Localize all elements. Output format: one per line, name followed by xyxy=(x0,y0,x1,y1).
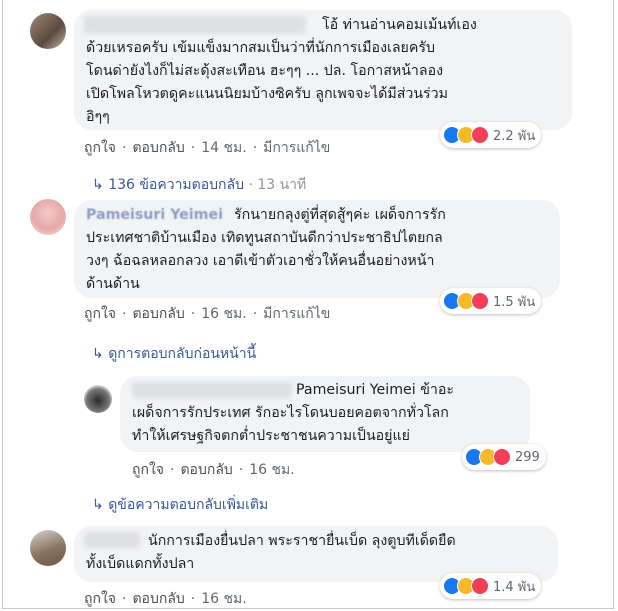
reply-link[interactable]: ตอบกลับ xyxy=(180,462,232,478)
comment-text: เปิดโพลโหวตดูคะแนนนิยมบ้างซิครับ ลูกเพจจ… xyxy=(86,86,448,102)
reaction-summary[interactable]: 1.5 พัน xyxy=(440,288,542,314)
commenter-name[interactable]: Pameisuri Yeimei xyxy=(86,204,223,227)
reply-link[interactable]: ตอบกลับ xyxy=(132,306,184,322)
comment-bubble: โอ้ ท่านอ่านคอมเม้นท์เอง ด้วยเหรอครับ เข… xyxy=(74,10,572,130)
blurred-name xyxy=(84,16,306,34)
comment-text: เผด็จการรักประเทศ รักอะไรโดนบอยคอตจากทั่… xyxy=(132,405,449,421)
reaction-count: 299 xyxy=(515,449,540,465)
blurred-name xyxy=(84,532,140,548)
like-link[interactable]: ถูกใจ xyxy=(132,462,164,478)
comment-text: ทำให้เศรษฐกิจตกต่ำประชาชนความเป็นอยู่แย่ xyxy=(132,428,410,444)
reply-link[interactable]: ตอบกลับ xyxy=(132,591,184,607)
like-link[interactable]: ถูกใจ xyxy=(84,140,116,156)
timestamp[interactable]: 16 ชม. xyxy=(201,306,246,322)
reaction-count: 2.2 พัน xyxy=(493,128,536,144)
comment-actions: ถูกใจ · ตอบกลับ · 14 ชม. · มีการแก้ไข xyxy=(84,140,331,156)
blurred-name xyxy=(132,382,292,398)
like-link[interactable]: ถูกใจ xyxy=(84,306,116,322)
reaction-summary[interactable]: 2.2 พัน xyxy=(440,122,542,148)
comment-text: วงๆ ฉ้อฉลหลอกลวง เอาดีเข้าตัวเอาชั่วให้ค… xyxy=(86,253,435,269)
comment-bubble: Pameisuri Yeimei ข้าอะ เผด็จการรักประเทศ… xyxy=(120,376,530,452)
view-replies-link[interactable]: ↳ 136 ข้อความตอบกลับ · 13 นาที xyxy=(92,174,306,196)
avatar[interactable] xyxy=(30,199,66,235)
edited-label[interactable]: มีการแก้ไข xyxy=(263,306,330,322)
comment-bubble: Pameisuri Yeimei รักนายกลุงตู่ที่สุดสู้ๆ… xyxy=(74,200,560,298)
reply-arrow-icon: ↳ xyxy=(92,177,104,193)
comment-actions: ถูกใจ · ตอบกลับ · 16 ชม. · มีการแก้ไข xyxy=(84,306,331,322)
tagged-name[interactable]: Pameisuri Yeimei xyxy=(296,382,416,398)
avatar[interactable] xyxy=(30,13,66,49)
timestamp[interactable]: 16 ชม. xyxy=(249,462,294,478)
comment-text: ประเทศชาติบ้านเมือง เทิดทูนสถาบันดีกว่าป… xyxy=(86,230,443,246)
avatar[interactable] xyxy=(84,385,112,413)
replies-count: 136 ข้อความตอบกลับ xyxy=(108,177,244,193)
like-link[interactable]: ถูกใจ xyxy=(84,591,116,607)
view-more-replies-link[interactable]: ↳ ดูข้อความตอบกลับเพิ่มเติม xyxy=(92,494,268,516)
comment-text: ข้าอะ xyxy=(420,382,455,398)
replies-time: 13 นาที xyxy=(257,177,307,193)
reaction-count: 1.5 พัน xyxy=(493,294,536,310)
love-reaction-icon xyxy=(493,448,511,466)
reply-arrow-icon: ↳ xyxy=(92,497,104,513)
comment-text: ด้วยเหรอครับ เข้มแข็งมากสมเป็นว่าที่นักก… xyxy=(86,40,435,56)
reaction-count: 1.4 พัน xyxy=(493,579,536,595)
love-reaction-icon xyxy=(471,577,489,595)
view-previous-replies-link[interactable]: ↳ ดูการตอบกลับก่อนหน้านี้ xyxy=(92,343,256,365)
reaction-summary[interactable]: 1.4 พัน xyxy=(440,573,542,599)
reaction-summary[interactable]: 299 xyxy=(462,444,546,470)
comment-actions: ถูกใจ · ตอบกลับ · 16 ชม. xyxy=(132,462,295,478)
love-reaction-icon xyxy=(471,292,489,310)
timestamp[interactable]: 14 ชม. xyxy=(201,140,246,156)
comment-text: นักการเมืองยื่นปลา พระราชายื่นเบ็ด ลุงตู… xyxy=(148,533,456,549)
timestamp[interactable]: 16 ชม. xyxy=(201,591,246,607)
reply-arrow-icon: ↳ xyxy=(92,346,104,362)
avatar[interactable] xyxy=(30,530,66,566)
reply-link[interactable]: ตอบกลับ xyxy=(132,140,184,156)
love-reaction-icon xyxy=(471,126,489,144)
comment-text: โดนด่ายังไงก็ไม่สะดุ้งสะเทือน ฮะๆๆ ... ป… xyxy=(86,63,444,79)
edited-label[interactable]: มีการแก้ไข xyxy=(263,140,330,156)
comment-actions: ถูกใจ · ตอบกลับ · 16 ชม. xyxy=(84,591,247,607)
